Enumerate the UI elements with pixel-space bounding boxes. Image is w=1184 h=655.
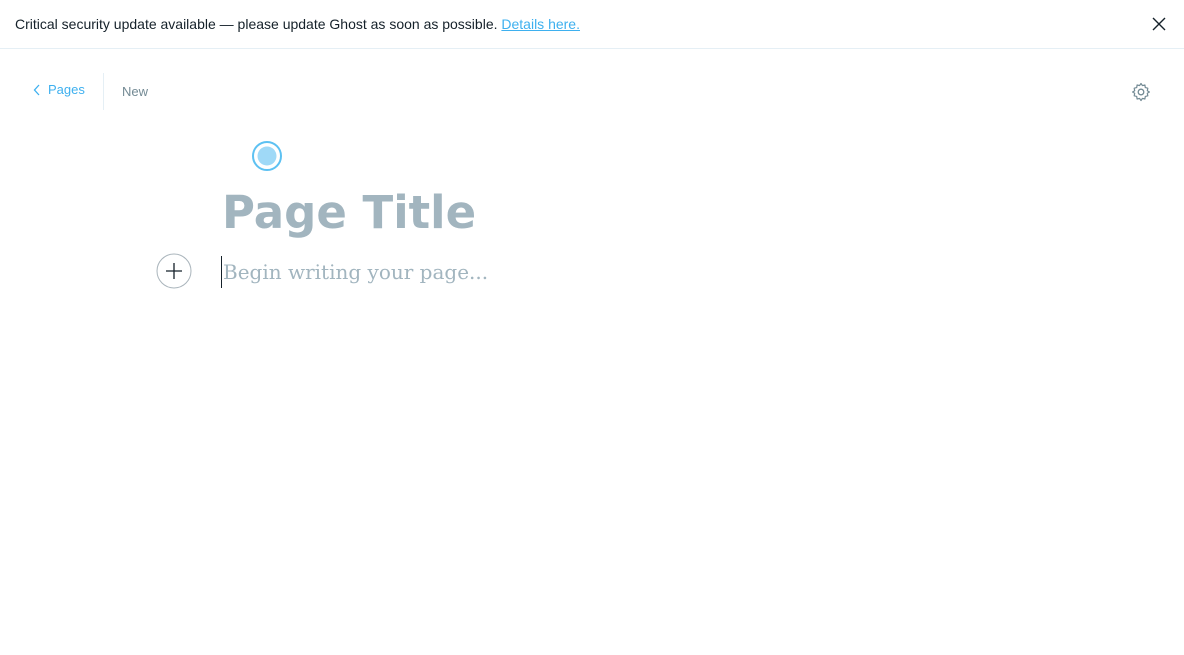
- page-title-input[interactable]: [222, 182, 922, 242]
- feature-image-icon[interactable]: [251, 140, 283, 172]
- page-body-editor[interactable]: [221, 256, 923, 288]
- gear-icon[interactable]: [1131, 82, 1151, 102]
- chevron-left-icon: [33, 84, 40, 95]
- page-status: New: [122, 84, 149, 99]
- add-card-button[interactable]: [156, 253, 192, 289]
- plus-icon: [156, 253, 192, 289]
- banner-details-link[interactable]: Details here.: [501, 16, 580, 32]
- back-to-pages-link[interactable]: Pages: [33, 82, 85, 97]
- breadcrumb-divider: [103, 73, 104, 110]
- banner-text: Critical security update available — ple…: [15, 16, 580, 32]
- banner-message: Critical security update available — ple…: [15, 16, 498, 32]
- update-banner: Critical security update available — ple…: [0, 0, 1184, 49]
- close-icon[interactable]: [1150, 15, 1168, 33]
- back-link-label: Pages: [48, 82, 85, 97]
- editor-header: Pages New: [0, 49, 1184, 121]
